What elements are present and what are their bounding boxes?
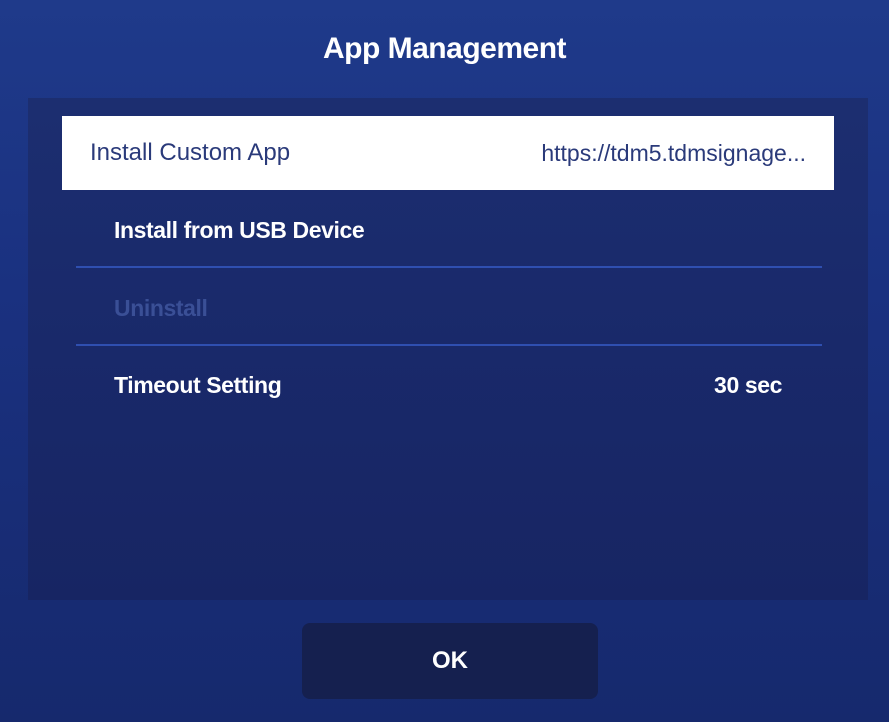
menu-item-value: 30 sec	[714, 371, 782, 398]
ok-button[interactable]: OK	[302, 623, 598, 699]
menu-item-label: Install Custom App	[90, 139, 291, 166]
app-management-screen: App Management Install Custom App https:…	[0, 0, 889, 722]
menu-item-install-from-usb[interactable]: Install from USB Device	[62, 197, 834, 263]
menu-divider	[76, 266, 822, 268]
dialog-title: App Management	[322, 32, 567, 65]
menu-divider	[76, 344, 822, 346]
menu-item-uninstall: Uninstall	[62, 275, 834, 341]
menu-item-label: Timeout Setting	[114, 371, 282, 398]
menu-item-install-custom-app[interactable]: Install Custom App https://tdm5.tdmsigna…	[62, 116, 834, 190]
menu-item-label: Install from USB Device	[114, 216, 365, 243]
menu-item-value: https://tdm5.tdmsignage...	[541, 139, 806, 166]
menu-item-timeout-setting[interactable]: Timeout Setting 30 sec	[62, 352, 834, 418]
menu-item-label: Uninstall	[114, 294, 208, 321]
